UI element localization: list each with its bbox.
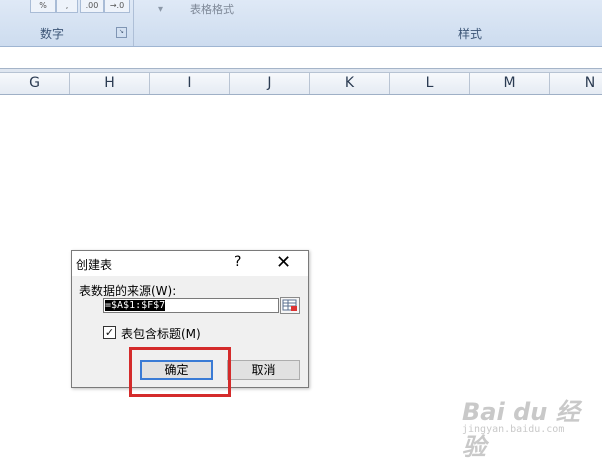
column-header-m[interactable]: M <box>470 73 550 94</box>
decrease-decimal-button[interactable]: →.0 <box>104 0 130 13</box>
column-header-k[interactable]: K <box>310 73 390 94</box>
watermark: Bai du 经验 jingyan.baidu.com <box>452 388 600 461</box>
dialog-title: 创建表 <box>76 258 113 272</box>
cancel-button[interactable]: 取消 <box>227 360 300 380</box>
chevron-down-icon[interactable]: ▾ <box>158 4 163 15</box>
table-range-input[interactable]: =$A$1:$F$7 <box>103 298 279 313</box>
watermark-url: jingyan.baidu.com <box>462 424 565 435</box>
close-icon[interactable]: ✕ <box>276 251 291 275</box>
number-group-label: 数字 <box>40 27 65 41</box>
formula-bar[interactable] <box>0 47 602 69</box>
has-headers-checkbox[interactable]: ✓ <box>103 326 116 339</box>
column-header-g[interactable]: G <box>0 73 70 94</box>
column-header-row: G H I J K L M N <box>0 72 602 95</box>
format-as-table-button[interactable]: 表格格式 <box>190 1 234 17</box>
percent-style-button[interactable]: % <box>30 0 56 13</box>
ribbon-group-divider <box>133 0 134 46</box>
increase-decimal-button[interactable]: .00 <box>80 0 104 13</box>
collapse-dialog-icon <box>282 299 297 311</box>
range-value: =$A$1:$F$7 <box>105 300 166 311</box>
help-icon[interactable]: ? <box>234 254 241 270</box>
dialog-launcher-icon[interactable]: ↘ <box>116 27 127 38</box>
column-header-j[interactable]: J <box>230 73 310 94</box>
ribbon: % , .00 →.0 ▾ 表格格式 数字 ↘ 样式 <box>0 0 602 47</box>
range-selector-button[interactable] <box>280 297 300 314</box>
table-source-label: 表数据的来源(W): <box>79 284 177 298</box>
column-header-n[interactable]: N <box>550 73 602 94</box>
column-header-i[interactable]: I <box>150 73 230 94</box>
column-header-h[interactable]: H <box>70 73 150 94</box>
has-headers-label[interactable]: 表包含标题(M) <box>121 325 201 342</box>
styles-group-label: 样式 <box>458 27 483 41</box>
highlight-annotation <box>129 347 231 397</box>
comma-style-button[interactable]: , <box>56 0 78 13</box>
column-header-l[interactable]: L <box>390 73 470 94</box>
dialog-title-bar[interactable]: 创建表 ? ✕ <box>72 251 308 276</box>
